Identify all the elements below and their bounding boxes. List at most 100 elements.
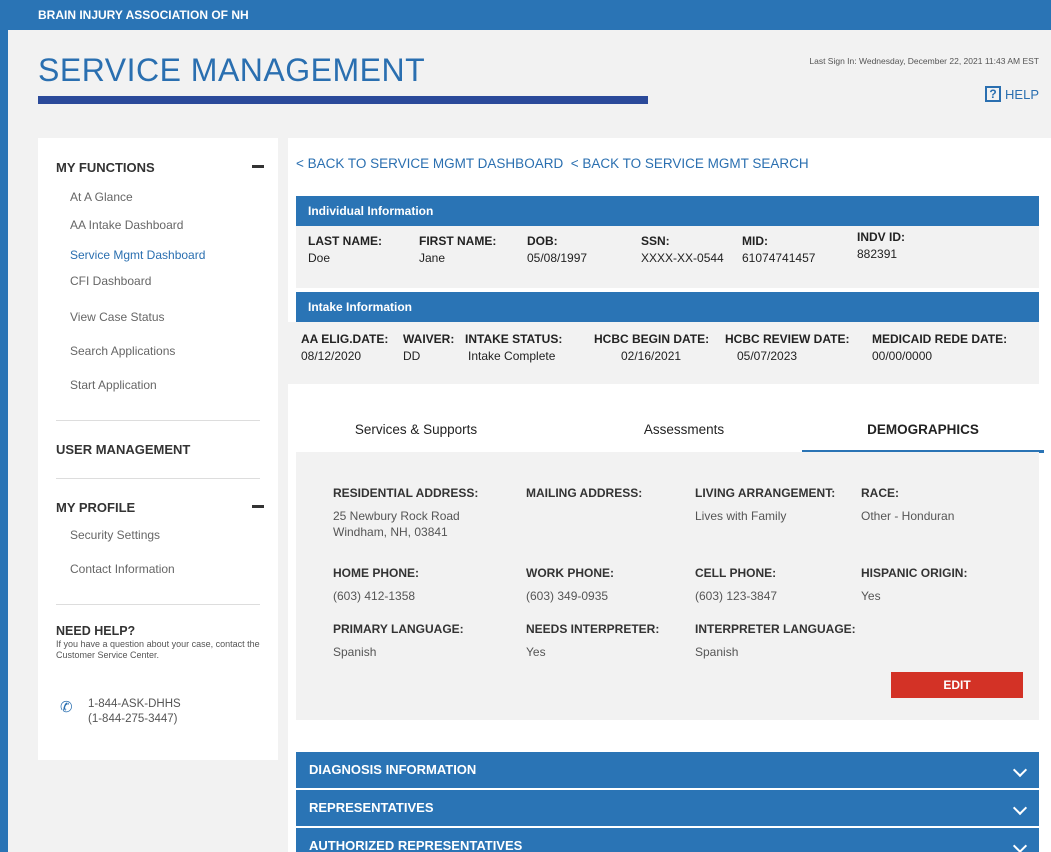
field-label: RACE: [861, 486, 899, 500]
field-label: INTERPRETER LANGUAGE: [695, 622, 856, 636]
sidebar-item-start-application[interactable]: Start Application [70, 378, 157, 392]
field-label: CELL PHONE: [695, 566, 777, 580]
help-link[interactable]: ? HELP [985, 86, 1039, 102]
individual-info-header: Individual Information [296, 196, 1039, 226]
field-label: FIRST NAME: [419, 234, 497, 248]
page-title: SERVICE MANAGEMENT [38, 52, 426, 88]
field-label: HISPANIC ORIGIN: [861, 566, 968, 580]
help-label: HELP [1005, 86, 1039, 102]
field-value: 05/08/1997 [527, 251, 588, 265]
sidebar-divider [56, 604, 260, 605]
dob-field: DOB: 05/08/1997 [527, 234, 587, 265]
field-value: (603) 123-3847 [695, 589, 778, 603]
hispanic-origin-field: HISPANIC ORIGIN: Yes [861, 566, 967, 604]
tab-assessments[interactable]: Assessments [564, 410, 804, 450]
need-help-text: If you have a question about your case, … [56, 639, 260, 660]
field-value: Jane [419, 251, 446, 265]
phone-number[interactable]: 1-844-ASK-DHHS [88, 698, 181, 710]
accordion-representatives[interactable]: REPRESENTATIVES [296, 790, 1039, 826]
my-profile-heading[interactable]: MY PROFILE [56, 500, 135, 515]
sidebar-item-search-applications[interactable]: Search Applications [70, 344, 175, 358]
field-label: MEDICAID REDE DATE: [872, 332, 1008, 346]
sidebar-divider [56, 420, 260, 421]
tab-services-supports[interactable]: Services & Supports [296, 410, 536, 450]
tab-bar: Services & Supports Assessments DEMOGRAP… [296, 410, 1044, 460]
field-value: 08/12/2020 [301, 349, 362, 363]
field-value: 882391 [857, 247, 898, 261]
tab-demographics[interactable]: DEMOGRAPHICS [802, 410, 1044, 450]
user-management-heading[interactable]: USER MANAGEMENT [56, 442, 190, 457]
main-content: < BACK TO SERVICE MGMT DASHBOARD < BACK … [288, 138, 1051, 852]
sidebar-item-view-case-status[interactable]: View Case Status [70, 310, 165, 324]
field-label: INTAKE STATUS: [465, 332, 563, 346]
residential-address-field: RESIDENTIAL ADDRESS: 25 Newbury Rock Roa… [333, 486, 478, 540]
left-accent-bar [0, 0, 8, 852]
back-to-search-link[interactable]: < BACK TO SERVICE MGMT SEARCH [571, 156, 809, 171]
field-value: (603) 349-0935 [526, 589, 609, 603]
field-label: WAIVER: [403, 332, 455, 346]
indv-id-field: INDV ID: 882391 [857, 230, 905, 261]
chevron-down-icon [1012, 800, 1028, 816]
field-label: RESIDENTIAL ADDRESS: [333, 486, 479, 500]
last-name-field: LAST NAME: Doe [308, 234, 382, 265]
accordion-authorized-representatives[interactable]: AUTHORIZED REPRESENTATIVES [296, 828, 1039, 852]
field-label: SSN: [641, 234, 670, 248]
field-value: Yes [526, 645, 546, 659]
field-label: INDV ID: [857, 230, 905, 244]
sidebar-item-at-a-glance[interactable]: At A Glance [70, 190, 133, 204]
field-label: HCBC BEGIN DATE: [594, 332, 710, 346]
title-underline [38, 96, 648, 104]
intake-info-panel: AA ELIG.DATE: 08/12/2020 WAIVER: DD INTA… [288, 322, 1039, 384]
phone-icon: ✆ [60, 699, 73, 716]
first-name-field: FIRST NAME: Jane [419, 234, 496, 265]
edit-button[interactable]: EDIT [891, 672, 1023, 698]
minus-icon[interactable] [252, 505, 264, 508]
last-sign-in: Last Sign In: Wednesday, December 22, 20… [809, 56, 1039, 66]
field-value: Intake Complete [468, 349, 556, 363]
minus-icon[interactable] [252, 165, 264, 168]
help-icon: ? [985, 86, 1002, 102]
accordion-label: AUTHORIZED REPRESENTATIVES [309, 838, 523, 852]
field-value: Yes [861, 589, 881, 603]
mid-field: MID: 61074741457 [742, 234, 815, 265]
page-shell: SERVICE MANAGEMENT Last Sign In: Wednesd… [8, 30, 1051, 852]
field-value: 25 Newbury Rock Road Windham, NH, 03841 [333, 508, 478, 540]
org-banner: BRAIN INJURY ASSOCIATION OF NH [8, 0, 1051, 30]
sidebar-item-aa-intake-dashboard[interactable]: AA Intake Dashboard [70, 218, 183, 232]
field-label: PRIMARY LANGUAGE: [333, 622, 464, 636]
medicaid-rede-date-field: MEDICAID REDE DATE: 00/00/0000 [872, 332, 1007, 363]
chevron-down-icon [1012, 838, 1028, 852]
address-line-2: Windham, NH, 03841 [333, 525, 448, 539]
field-label: AA ELIG.DATE: [301, 332, 389, 346]
sidebar-item-contact-information[interactable]: Contact Information [70, 562, 175, 576]
sidebar-item-service-mgmt-dashboard[interactable]: Service Mgmt Dashboard [70, 248, 205, 262]
field-value: 00/00/0000 [872, 349, 933, 363]
sidebar-item-cfi-dashboard[interactable]: CFI Dashboard [70, 274, 151, 288]
aa-elig-date-field: AA ELIG.DATE: 08/12/2020 [301, 332, 388, 363]
chevron-down-icon [1012, 762, 1028, 778]
field-label: HCBC REVIEW DATE: [725, 332, 850, 346]
living-arrangement-field: LIVING ARRANGEMENT: Lives with Family [695, 486, 835, 524]
hcbc-begin-date-field: HCBC BEGIN DATE: 02/16/2021 [594, 332, 709, 363]
field-label: LAST NAME: [308, 234, 382, 248]
accordion-diagnosis-information[interactable]: DIAGNOSIS INFORMATION [296, 752, 1039, 788]
intake-status-field: INTAKE STATUS: Intake Complete [465, 332, 562, 363]
back-links: < BACK TO SERVICE MGMT DASHBOARD < BACK … [296, 156, 809, 171]
cell-phone-field: CELL PHONE: (603) 123-3847 [695, 566, 777, 604]
intake-info-header: Intake Information [296, 292, 1039, 322]
field-value: Spanish [333, 645, 377, 659]
needs-interpreter-field: NEEDS INTERPRETER: Yes [526, 622, 659, 660]
back-to-dashboard-link[interactable]: < BACK TO SERVICE MGMT DASHBOARD [296, 156, 563, 171]
accordion-label: DIAGNOSIS INFORMATION [309, 762, 477, 777]
home-phone-field: HOME PHONE: (603) 412-1358 [333, 566, 419, 604]
work-phone-field: WORK PHONE: (603) 349-0935 [526, 566, 614, 604]
field-value: Spanish [695, 645, 739, 659]
sidebar-item-security-settings[interactable]: Security Settings [70, 528, 160, 542]
phone-number-digits: (1-844-275-3447) [88, 713, 178, 725]
demographics-panel: RESIDENTIAL ADDRESS: 25 Newbury Rock Roa… [296, 452, 1039, 720]
accordion-label: REPRESENTATIVES [309, 800, 434, 815]
field-value: 05/07/2023 [737, 349, 798, 363]
sidebar-divider [56, 478, 260, 479]
field-label: HOME PHONE: [333, 566, 420, 580]
my-functions-heading[interactable]: MY FUNCTIONS [56, 160, 155, 175]
